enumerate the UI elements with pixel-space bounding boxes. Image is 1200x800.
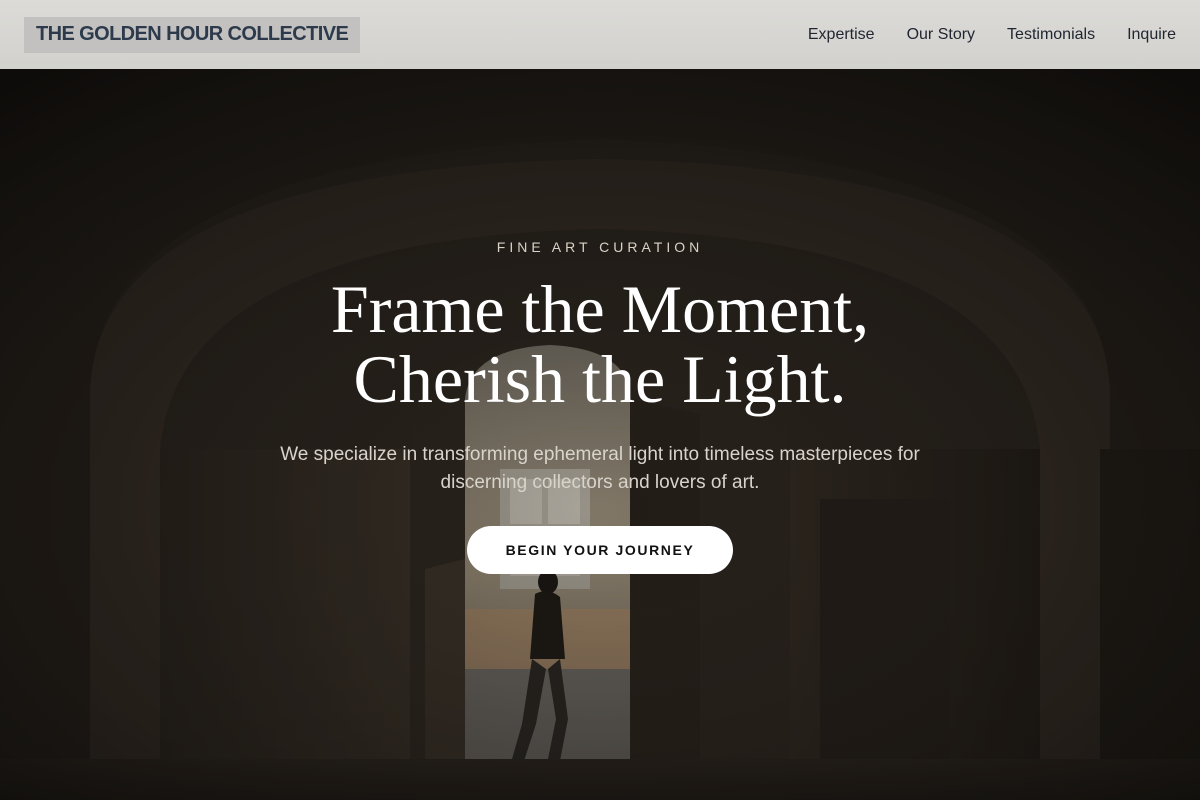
hero-dark-overlay <box>0 69 1200 800</box>
hero-eyebrow: FINE ART CURATION <box>496 239 704 255</box>
hero-subtext: We specialize in transforming ephemeral … <box>280 444 920 493</box>
hero-headline-line-1: Frame the Moment, <box>330 271 870 347</box>
logo-text: THE GOLDEN HOUR COLLECTIVE <box>36 23 349 45</box>
begin-journey-button[interactable]: BEGIN YOUR JOURNEY <box>467 526 733 574</box>
main-nav: Expertise Our Story Testimonials Inquire <box>808 26 1176 44</box>
hero-section: FINE ART CURATION Frame the Moment, Cher… <box>0 69 1200 800</box>
nav-link-our-story[interactable]: Our Story <box>907 26 975 44</box>
logo[interactable]: THE GOLDEN HOUR COLLECTIVE <box>24 16 361 53</box>
nav-link-expertise[interactable]: Expertise <box>808 26 875 44</box>
nav-link-testimonials[interactable]: Testimonials <box>1007 26 1095 44</box>
site-header: THE GOLDEN HOUR COLLECTIVE Expertise Our… <box>0 0 1200 69</box>
nav-link-inquire[interactable]: Inquire <box>1127 26 1176 44</box>
hero-headline: Frame the Moment, Cherish the Light. <box>0 274 1200 414</box>
hero-headline-line-2: Cherish the Light. <box>353 341 847 417</box>
